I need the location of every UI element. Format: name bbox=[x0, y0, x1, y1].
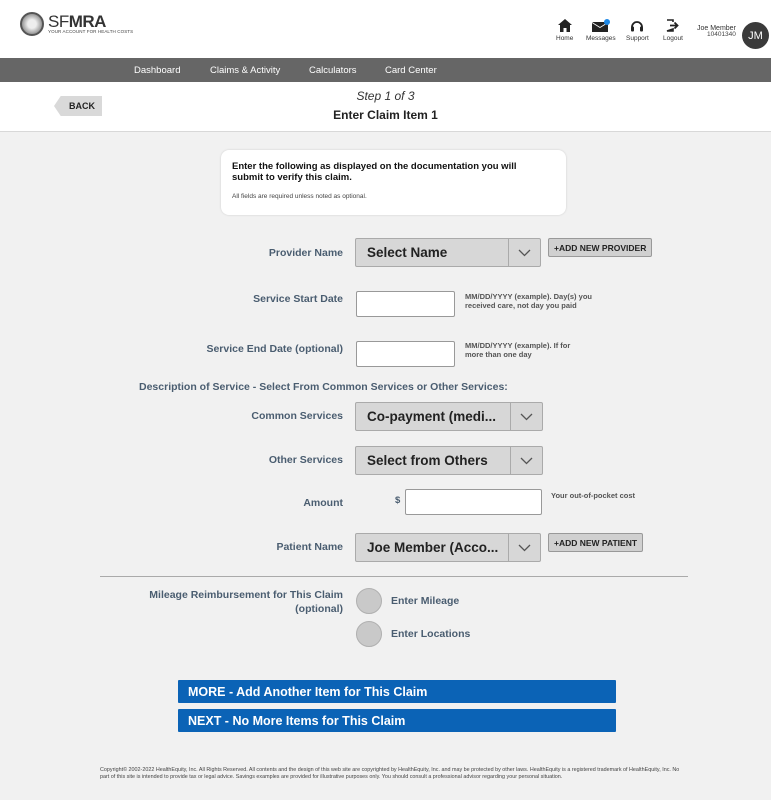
logout-icon bbox=[666, 17, 680, 34]
top-header: SFMRA YOUR ACCOUNT FOR HEALTH COSTS Home… bbox=[0, 0, 771, 58]
instructions-card: Enter the following as displayed on the … bbox=[221, 150, 566, 215]
description-heading: Description of Service - Select From Com… bbox=[139, 381, 508, 393]
home-nav-button[interactable]: Home bbox=[556, 17, 573, 42]
common-services-label: Common Services bbox=[251, 410, 343, 422]
add-new-patient-button[interactable]: +ADD NEW PATIENT bbox=[548, 533, 644, 552]
city-seal-icon bbox=[20, 12, 44, 36]
next-no-more-items-button[interactable]: NEXT - No More Items for This Claim bbox=[178, 709, 616, 732]
user-info: Joe Member 10401340 bbox=[697, 25, 736, 39]
amount-input[interactable] bbox=[405, 489, 542, 515]
service-end-date-hint: MM/DD/YYYY (example). If for more than o… bbox=[465, 341, 571, 360]
other-services-value: Select from Others bbox=[367, 453, 488, 468]
step-bar: BACK Step 1 of 3 Enter Claim Item 1 bbox=[0, 82, 771, 132]
enter-mileage-radio[interactable] bbox=[356, 588, 382, 614]
home-icon bbox=[557, 17, 572, 34]
patient-name-label: Patient Name bbox=[276, 541, 343, 553]
sfmra-logo[interactable]: SFMRA YOUR ACCOUNT FOR HEALTH COSTS bbox=[20, 12, 133, 36]
section-divider bbox=[100, 576, 688, 577]
user-id: 10401340 bbox=[706, 31, 736, 39]
messages-nav-button[interactable]: Messages bbox=[586, 17, 616, 42]
add-new-provider-button[interactable]: +ADD NEW PROVIDER bbox=[548, 238, 653, 257]
common-services-value: Co-payment (medi... bbox=[367, 409, 497, 424]
service-end-date-input[interactable] bbox=[356, 341, 455, 367]
nav-claims-activity[interactable]: Claims & Activity bbox=[210, 65, 280, 76]
avatar[interactable]: JM bbox=[742, 22, 769, 49]
page-title: Enter Claim Item 1 bbox=[333, 108, 438, 122]
other-services-select[interactable]: Select from Others bbox=[355, 446, 543, 475]
amount-label: Amount bbox=[303, 497, 343, 509]
amount-hint: Your out-of-pocket cost bbox=[551, 491, 636, 500]
enter-locations-radio[interactable] bbox=[356, 621, 382, 647]
headset-icon bbox=[630, 17, 644, 34]
nav-dashboard[interactable]: Dashboard bbox=[134, 65, 180, 76]
service-start-date-hint: MM/DD/YYYY (example). Day(s) you receive… bbox=[465, 292, 592, 311]
step-indicator: Step 1 of 3 bbox=[356, 89, 415, 103]
provider-name-select[interactable]: Select Name bbox=[355, 238, 541, 267]
patient-name-select[interactable]: Joe Member (Acco... bbox=[355, 533, 541, 562]
provider-name-value: Select Name bbox=[367, 245, 448, 260]
logo-tagline: YOUR ACCOUNT FOR HEALTH COSTS bbox=[48, 29, 134, 35]
enter-mileage-label[interactable]: Enter Mileage bbox=[391, 595, 459, 607]
logo-wordmark: SFMRA bbox=[48, 12, 106, 32]
envelope-icon bbox=[591, 17, 610, 34]
enter-locations-label[interactable]: Enter Locations bbox=[391, 628, 470, 640]
mileage-reimbursement-label: Mileage Reimbursement for This Claim (op… bbox=[149, 589, 343, 615]
service-start-date-label: Service Start Date bbox=[253, 293, 343, 305]
nav-calculators[interactable]: Calculators bbox=[309, 65, 357, 76]
common-services-select[interactable]: Co-payment (medi... bbox=[355, 402, 543, 431]
nav-card-center[interactable]: Card Center bbox=[385, 65, 437, 76]
support-nav-button[interactable]: Support bbox=[626, 17, 649, 42]
chevron-down-icon bbox=[510, 447, 542, 474]
provider-name-label: Provider Name bbox=[268, 247, 343, 259]
other-services-label: Other Services bbox=[268, 454, 343, 466]
instructions-note: All fields are required unless noted as … bbox=[232, 192, 367, 200]
main-navigation: Dashboard Claims & Activity Calculators … bbox=[0, 58, 771, 82]
footer-copyright: Copyright© 2002-2022 HealthEquity, Inc. … bbox=[100, 767, 680, 780]
chevron-down-icon bbox=[508, 239, 540, 266]
currency-symbol: $ bbox=[395, 495, 401, 506]
logout-nav-button[interactable]: Logout bbox=[663, 17, 683, 42]
instructions-text: Enter the following as displayed on the … bbox=[232, 161, 517, 184]
chevron-down-icon bbox=[508, 534, 540, 561]
service-start-date-input[interactable] bbox=[356, 291, 455, 317]
service-end-date-label: Service End Date (optional) bbox=[206, 343, 343, 355]
more-add-another-item-button[interactable]: MORE - Add Another Item for This Claim bbox=[178, 680, 616, 703]
patient-name-value: Joe Member (Acco... bbox=[367, 540, 499, 555]
chevron-down-icon bbox=[510, 403, 542, 430]
